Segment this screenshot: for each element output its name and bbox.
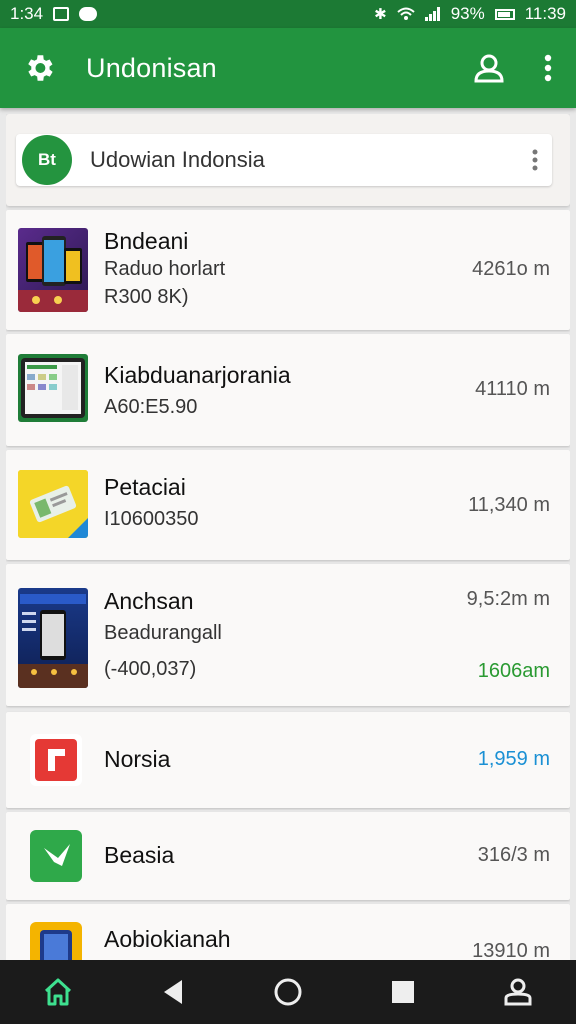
item-thumbnail — [18, 228, 88, 312]
app-bar: Undonisan — [0, 28, 576, 108]
search-card: Bt Udowian Indonsia — [6, 114, 570, 206]
person-icon[interactable] — [472, 51, 506, 85]
item-app-icon — [30, 734, 82, 786]
item-subtitle: Raduo horlart — [104, 258, 226, 280]
list-item[interactable]: Anchsan Beadurangall (-400,037) 9,5:2m m… — [6, 564, 570, 706]
item-detail: R300 8K) — [104, 286, 189, 308]
item-distance: 1,959 m — [477, 748, 550, 770]
item-detail: (-400,037) — [104, 658, 197, 680]
item-name: Kiabduanarjorania — [104, 362, 291, 388]
list-item[interactable]: Aobiokianah 13910 m — [6, 904, 570, 960]
content-list: Bt Udowian Indonsia Bndeani Raduo horlar… — [6, 114, 570, 960]
item-name: Anchsan — [104, 588, 194, 614]
status-left: 1:34 — [10, 4, 98, 24]
item-name: Norsia — [104, 746, 171, 772]
item-subtitle: I10600350 — [104, 508, 199, 530]
search-bar[interactable]: Bt Udowian Indonsia — [16, 134, 552, 186]
item-thumbnail — [18, 588, 88, 688]
item-distance: 316/3 m — [477, 844, 550, 866]
item-thumbnail — [18, 354, 88, 422]
status-right: ✱ 93% 11:39 — [374, 4, 566, 24]
signal-icon — [424, 7, 440, 21]
image-notification-icon — [53, 7, 70, 21]
item-subtitle: A60:E5.90 — [104, 396, 198, 418]
list-item[interactable]: Petaciai I10600350 11,340 m — [6, 450, 570, 560]
list-item[interactable]: Beasia 316/3 m — [6, 812, 570, 900]
item-distance: 41110 m — [475, 378, 550, 400]
app-title: Undonisan — [86, 52, 217, 83]
item-distance: 4261o m — [472, 258, 550, 280]
item-name: Petaciai — [104, 474, 186, 500]
item-name: Bndeani — [104, 228, 189, 254]
navigation-bar — [0, 960, 576, 1024]
list-item[interactable]: Bndeani Raduo horlart R300 8K) 4261o m — [6, 210, 570, 330]
battery-icon — [494, 8, 515, 20]
gear-icon[interactable] — [22, 51, 56, 85]
item-secondary-distance: 1606am — [477, 660, 550, 682]
status-bar: 1:34 ✱ 93% 11:39 — [0, 0, 576, 28]
status-time-left: 1:34 — [10, 4, 44, 23]
battery-percent: 93% — [450, 4, 485, 23]
wifi-icon — [397, 7, 415, 20]
item-distance: 9,5:2m m — [466, 588, 550, 610]
search-more-icon[interactable] — [530, 149, 540, 171]
bluetooth-icon: ✱ — [374, 6, 387, 23]
status-clock: 11:39 — [524, 4, 566, 23]
recents-icon[interactable] — [375, 964, 431, 1020]
item-subtitle: Beadurangall — [104, 622, 222, 644]
back-icon[interactable] — [145, 964, 201, 1020]
item-app-icon — [30, 830, 82, 882]
item-distance: 13910 m — [472, 940, 550, 960]
list-item[interactable]: Norsia 1,959 m — [6, 712, 570, 808]
list-item[interactable]: Kiabduanarjorania A60:E5.90 41110 m — [6, 334, 570, 446]
chat-notification-icon — [79, 7, 98, 21]
search-badge: Bt — [22, 135, 72, 185]
item-distance: 11,340 m — [468, 494, 550, 516]
search-text[interactable]: Udowian Indonsia — [90, 147, 530, 173]
more-vert-icon[interactable] — [542, 53, 554, 83]
person-icon[interactable] — [490, 964, 546, 1020]
item-app-icon — [30, 922, 82, 960]
item-name: Aobiokianah — [104, 926, 231, 952]
item-name: Beasia — [104, 842, 175, 868]
item-thumbnail — [18, 470, 88, 538]
circle-home-icon[interactable] — [260, 964, 316, 1020]
home-icon[interactable] — [30, 964, 86, 1020]
